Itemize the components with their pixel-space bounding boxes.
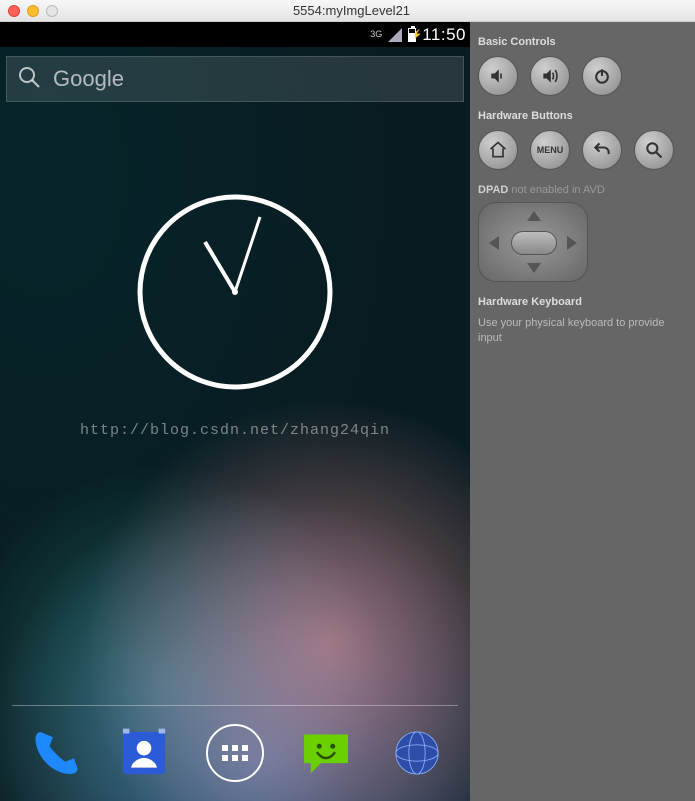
hardware-buttons-label: Hardware Buttons — [478, 110, 687, 122]
search-placeholder: Google — [53, 66, 124, 92]
dpad-center-icon — [511, 231, 557, 255]
search-button[interactable] — [634, 130, 674, 170]
menu-button[interactable]: MENU — [530, 130, 570, 170]
contacts-app-icon[interactable] — [113, 722, 175, 784]
browser-app-icon[interactable] — [386, 722, 448, 784]
dock — [0, 713, 470, 793]
hardware-keyboard-label: Hardware Keyboard — [478, 296, 687, 308]
network-type-label: 3G — [370, 30, 382, 39]
window-title: 5554:myImgLevel21 — [58, 3, 695, 18]
all-apps-icon[interactable] — [204, 722, 266, 784]
zoom-window-icon[interactable] — [46, 5, 58, 17]
watermark-text: http://blog.csdn.net/zhang24qin — [0, 422, 470, 439]
status-bar[interactable]: 3G ⚡ 11:50 — [0, 22, 470, 47]
dpad-up-icon — [527, 211, 541, 221]
wallpaper — [0, 22, 470, 801]
hardware-keyboard-note: Use your physical keyboard to provide in… — [478, 316, 687, 347]
phone-app-icon[interactable] — [22, 722, 84, 784]
messaging-app-icon[interactable] — [295, 722, 357, 784]
google-search-bar[interactable]: Google — [6, 56, 464, 102]
volume-up-button[interactable] — [530, 56, 570, 96]
home-button[interactable] — [478, 130, 518, 170]
volume-down-button[interactable] — [478, 56, 518, 96]
close-window-icon[interactable] — [8, 5, 20, 17]
dock-separator — [12, 705, 458, 706]
emulator-screen[interactable]: 3G ⚡ 11:50 Google — [0, 22, 470, 801]
basic-controls-label: Basic Controls — [478, 36, 687, 48]
dpad-control — [478, 202, 588, 282]
dpad-section-label: DPAD not enabled in AVD — [478, 184, 687, 196]
dpad-down-icon — [527, 263, 541, 273]
signal-icon — [388, 28, 402, 42]
search-icon — [17, 65, 41, 94]
emulator-control-panel: Basic Controls Hardware Buttons MENU — [470, 22, 695, 801]
battery-charging-icon: ⚡ — [408, 28, 416, 42]
dpad-right-icon — [567, 236, 577, 250]
minimize-window-icon[interactable] — [27, 5, 39, 17]
window-titlebar: 5554:myImgLevel21 — [0, 0, 695, 22]
analog-clock-widget[interactable] — [135, 192, 335, 392]
power-button[interactable] — [582, 56, 622, 96]
dpad-left-icon — [489, 236, 499, 250]
back-button[interactable] — [582, 130, 622, 170]
status-clock: 11:50 — [422, 25, 466, 45]
